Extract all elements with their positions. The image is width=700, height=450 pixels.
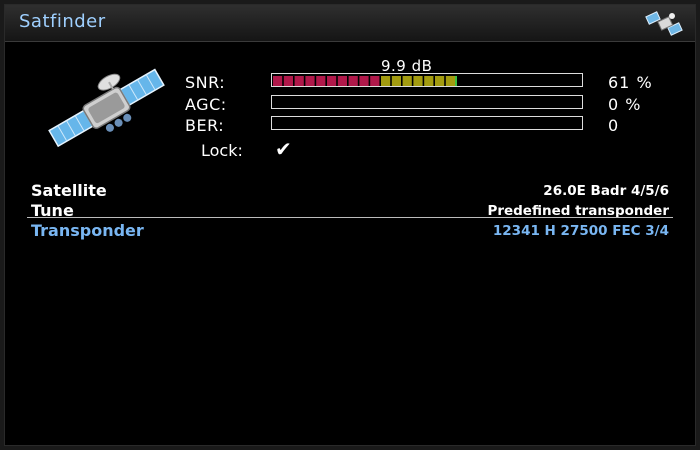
satellite-icon [48, 68, 165, 148]
setting-label: Satellite [31, 181, 107, 200]
snr-bar [271, 73, 583, 87]
ber-value: 0 [608, 116, 620, 135]
snr-level-marker [455, 76, 457, 86]
agc-bar [271, 95, 583, 109]
satellite-icon [645, 11, 683, 36]
lock-label: Lock: [201, 141, 243, 160]
ber-bar [271, 116, 583, 130]
agc-percent: 0 % [608, 95, 642, 114]
snr-segment [348, 76, 358, 86]
setting-value: 12341 H 27500 FEC 3/4 [492, 223, 669, 239]
window-title: Satfinder [19, 11, 106, 32]
snr-segment [445, 76, 455, 86]
satfinder-window: Satfinder 9.9 dB SNR: 61 % AGC: 0 % BER:… [4, 4, 696, 446]
snr-segment [294, 76, 304, 86]
snr-percent: 61 % [608, 73, 653, 92]
divider [27, 217, 673, 218]
setting-label: Transponder [31, 221, 144, 240]
snr-segment [337, 76, 347, 86]
snr-segment [273, 76, 283, 86]
agc-label: AGC: [185, 95, 227, 114]
check-icon: ✔ [275, 137, 292, 161]
title-bar: Satfinder [5, 5, 695, 42]
setting-transponder[interactable]: Transponder 12341 H 27500 FEC 3/4 [27, 221, 673, 241]
snr-segment [359, 76, 369, 86]
snr-segment [283, 76, 293, 86]
snr-segment [402, 76, 412, 86]
snr-segment [435, 76, 445, 86]
snr-label: SNR: [185, 73, 226, 92]
snr-segment [370, 76, 380, 86]
snr-segment [413, 76, 423, 86]
snr-segment [327, 76, 337, 86]
snr-segment [305, 76, 315, 86]
snr-segment [391, 76, 401, 86]
snr-segment [381, 76, 391, 86]
snr-bar-fill [273, 76, 457, 86]
setting-satellite[interactable]: Satellite 26.0E Badr 4/5/6 [27, 181, 673, 201]
setting-value: 26.0E Badr 4/5/6 [543, 183, 669, 199]
ber-label: BER: [185, 116, 225, 135]
snr-segment [424, 76, 434, 86]
setting-tune[interactable]: Tune Predefined transponder [27, 201, 673, 221]
snr-segment [316, 76, 326, 86]
